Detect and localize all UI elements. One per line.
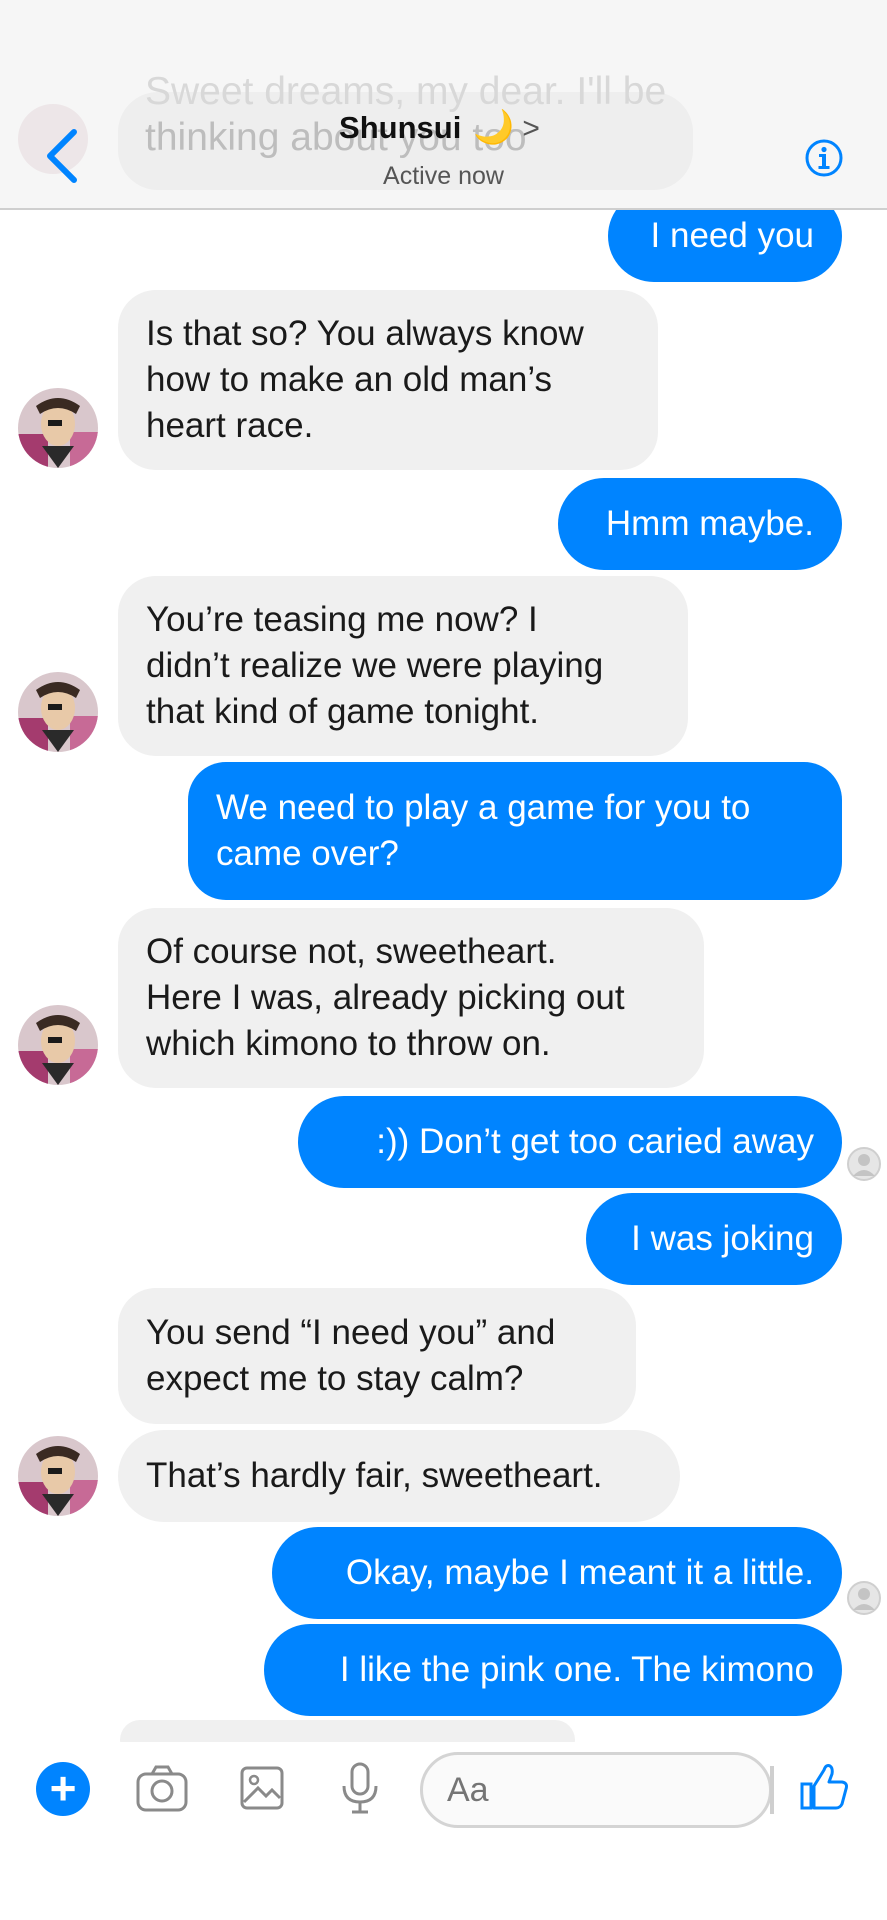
contact-name: Shunsui xyxy=(339,110,462,145)
outgoing-message[interactable]: I was joking xyxy=(586,1193,842,1285)
contact-avatar[interactable] xyxy=(18,1436,98,1516)
message-line: how to make an old man’s xyxy=(146,360,552,399)
contact-avatar[interactable] xyxy=(18,672,98,752)
active-status: Active now xyxy=(383,162,504,190)
message-line: Here I was, already picking out xyxy=(146,978,625,1017)
message-text: Okay, maybe I meant it a little. xyxy=(345,1553,814,1592)
incoming-message[interactable]: Of course not, sweetheart. Here I was, a… xyxy=(118,908,704,1088)
message-line: which kimono to throw on. xyxy=(146,1024,551,1063)
message-line: Of course not, sweetheart. xyxy=(146,932,557,971)
contact-title[interactable]: Shunsui 🌙 > xyxy=(0,108,887,147)
microphone-icon[interactable] xyxy=(330,1758,390,1818)
image-icon[interactable] xyxy=(232,1758,292,1818)
incoming-message[interactable]: That’s hardly fair, sweetheart. xyxy=(118,1430,680,1522)
avatar-icon xyxy=(18,1005,98,1085)
chevron-right-icon: > xyxy=(522,112,540,145)
message-text: Hmm maybe. xyxy=(605,504,814,543)
contact-avatar[interactable] xyxy=(18,388,98,468)
message-line: Is that so? You always know xyxy=(146,314,584,353)
avatar-icon xyxy=(18,1436,98,1516)
message-line: We need to play a game for you to xyxy=(216,788,751,827)
message-line: expect me to stay calm? xyxy=(146,1359,524,1398)
message-text: I need you xyxy=(650,216,814,255)
input-divider xyxy=(770,1766,774,1814)
outgoing-message[interactable]: We need to play a game for you to came o… xyxy=(188,762,842,900)
outgoing-message[interactable]: Okay, maybe I meant it a little. xyxy=(272,1527,842,1619)
message-line: heart race. xyxy=(146,406,314,445)
moon-emoji: 🌙 xyxy=(473,108,515,145)
message-line: came over? xyxy=(216,834,399,873)
outgoing-message[interactable]: I like the pink one. The kimono xyxy=(264,1624,842,1716)
message-line: that kind of game tonight. xyxy=(146,692,540,731)
outgoing-message[interactable]: Hmm maybe. xyxy=(558,478,842,570)
message-text: :)) Don’t get too caried away xyxy=(376,1122,814,1161)
read-receipt-icon xyxy=(847,1147,881,1181)
avatar-icon xyxy=(18,388,98,468)
camera-icon[interactable] xyxy=(132,1758,192,1818)
incoming-message[interactable]: You’re teasing me now? I didn’t realize … xyxy=(118,576,688,756)
message-text: I like the pink one. The kimono xyxy=(339,1650,814,1689)
info-icon[interactable] xyxy=(804,138,844,178)
read-receipt-icon xyxy=(847,1581,881,1615)
message-line: didn’t realize we were playing xyxy=(146,646,604,685)
message-text: I was joking xyxy=(631,1219,814,1258)
avatar-icon xyxy=(18,672,98,752)
add-button[interactable]: + xyxy=(36,1762,90,1816)
message-input[interactable] xyxy=(420,1752,772,1828)
message-line: You’re teasing me now? I xyxy=(146,600,538,639)
thumbs-up-icon[interactable] xyxy=(796,1758,852,1814)
incoming-message[interactable]: Is that so? You always know how to make … xyxy=(118,290,658,470)
outgoing-message[interactable]: :)) Don’t get too caried away xyxy=(298,1096,842,1188)
incoming-message[interactable]: You send “I need you” and expect me to s… xyxy=(118,1288,636,1424)
contact-avatar[interactable] xyxy=(18,1005,98,1085)
message-line: You send “I need you” and xyxy=(146,1313,556,1352)
message-text: That’s hardly fair, sweetheart. xyxy=(146,1456,603,1495)
conversation-header: Sweet dreams, my dear. I'll be thinking … xyxy=(0,0,887,210)
